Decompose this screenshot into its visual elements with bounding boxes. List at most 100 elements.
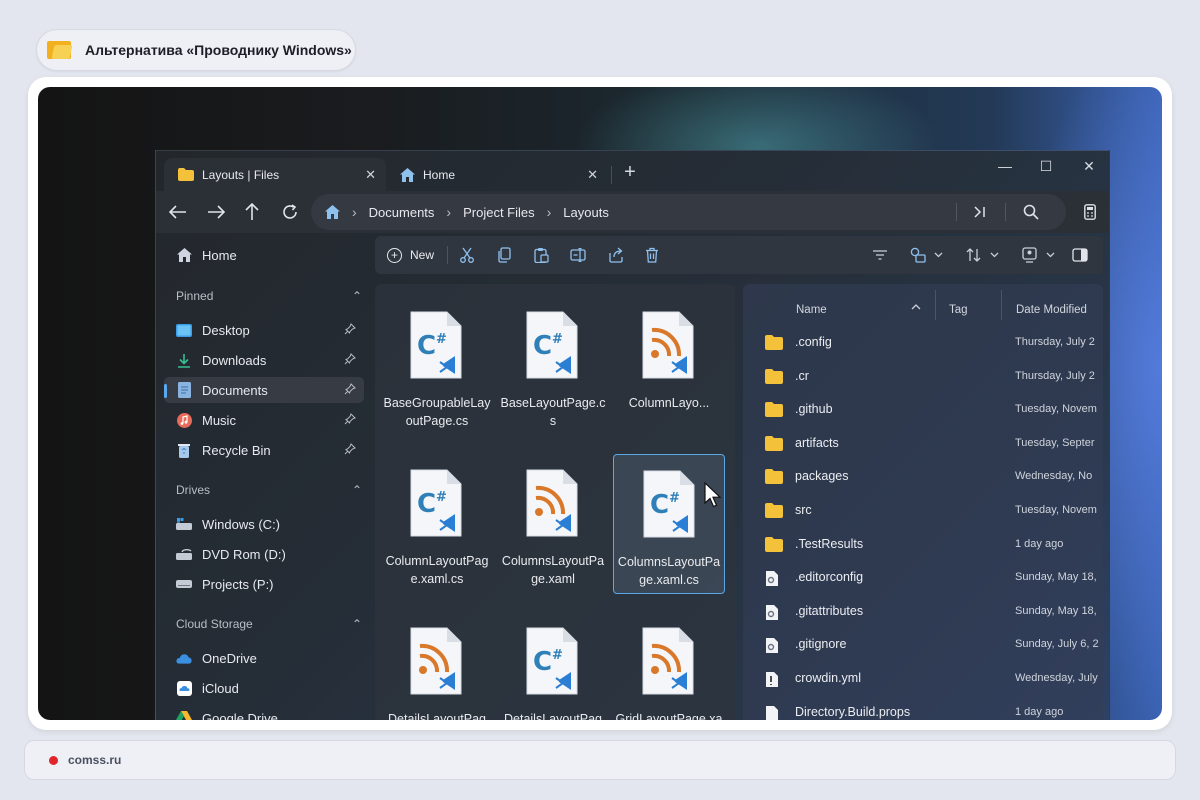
tab-layouts[interactable]: Layouts | Files ✕ (164, 158, 386, 191)
layout-mode-dropdown[interactable] (910, 245, 944, 265)
sidebar-item-google-drive[interactable]: Google Drive (164, 705, 364, 720)
breadcrumb-documents[interactable]: Documents (369, 205, 435, 220)
scissors-icon (460, 247, 474, 263)
details-row[interactable]: .config Thursday, July 2 (743, 328, 1103, 358)
drives-section-header[interactable]: Drives ⌃ (176, 483, 362, 497)
breadcrumb-separator: › (446, 204, 452, 220)
file-tile[interactable]: C # BaseLayoutPage.cs (497, 296, 609, 436)
folder-icon (765, 503, 783, 519)
close-window-button[interactable]: ✕ (1074, 158, 1104, 175)
details-row[interactable]: .editorconfig Sunday, May 18, (743, 563, 1103, 593)
up-button[interactable] (240, 200, 264, 224)
article-title-pill: Альтернатива «Проводнику Windows» (36, 29, 356, 71)
details-row[interactable]: .TestResults 1 day ago (743, 530, 1103, 560)
sidebar-item-icloud[interactable]: iCloud (164, 675, 364, 701)
maximize-button[interactable]: ☐ (1031, 158, 1061, 175)
forward-button[interactable] (204, 200, 228, 224)
file-tile[interactable]: C # BaseGroupableLayoutPage.cs (381, 296, 493, 436)
file-tile[interactable]: ColumnLayo... (613, 296, 725, 436)
details-row[interactable]: crowdin.yml Wednesday, July (743, 664, 1103, 694)
pin-icon[interactable] (344, 413, 356, 428)
close-tab-icon[interactable]: ✕ (587, 167, 598, 183)
details-row[interactable]: src Tuesday, Novem (743, 496, 1103, 526)
column-header-date[interactable]: Date Modified (1016, 304, 1087, 316)
share-button[interactable] (608, 245, 624, 265)
source-site-label[interactable]: comss.ru (68, 753, 121, 767)
svg-text:C: C (533, 331, 552, 361)
rename-button[interactable] (570, 245, 587, 265)
details-row[interactable]: .gitignore Sunday, July 6, 2 (743, 630, 1103, 660)
item-date-modified: Sunday, July 6, 2 (1015, 638, 1099, 651)
pin-icon[interactable] (344, 443, 356, 458)
details-row[interactable]: .github Tuesday, Novem (743, 395, 1103, 425)
breadcrumb-layouts[interactable]: Layouts (563, 205, 609, 220)
paste-button[interactable] (533, 245, 549, 265)
home-icon[interactable] (325, 205, 340, 219)
close-tab-icon[interactable]: ✕ (365, 167, 376, 183)
sidebar-item-dvd-drive[interactable]: DVD Rom (D:) (164, 541, 364, 567)
item-date-modified: 1 day ago (1015, 705, 1064, 718)
back-button[interactable] (166, 200, 190, 224)
sidebar-item-windows-drive[interactable]: Windows (C:) (164, 511, 364, 537)
details-row[interactable]: .cr Thursday, July 2 (743, 362, 1103, 392)
column-header-name[interactable]: Name (796, 304, 827, 316)
sidebar-item-downloads[interactable]: Downloads (164, 347, 364, 373)
file-tile[interactable]: C # ColumnLayoutPage.xaml.cs (381, 454, 493, 594)
file-tile[interactable]: ColumnsLayoutPage.xaml (497, 454, 609, 594)
sidebar-item-recycle-bin[interactable]: Recycle Bin (164, 437, 364, 463)
sidebar-item-label: Home (202, 247, 237, 263)
trash-icon (646, 247, 658, 263)
sidebar-item-home[interactable]: Home (164, 242, 364, 268)
refresh-button[interactable] (278, 200, 302, 224)
breadcrumb-project-files[interactable]: Project Files (463, 205, 535, 220)
delete-button[interactable] (645, 245, 659, 265)
file-tile[interactable]: GridLayoutPage.xaml (613, 612, 725, 720)
toggle-pane-button[interactable] (1072, 245, 1088, 265)
sidebar-item-onedrive[interactable]: OneDrive (164, 645, 364, 671)
refresh-icon (283, 204, 297, 219)
file-tile[interactable]: C # ColumnsLayoutPage.xaml.cs (613, 454, 725, 594)
pinned-section-header[interactable]: Pinned ⌃ (176, 289, 362, 303)
file-tile[interactable]: C # DetailsLayoutPage.xaml.cs (497, 612, 609, 720)
folder-icon (765, 536, 783, 553)
preview-options-dropdown[interactable] (1022, 245, 1056, 265)
sidebar-item-music[interactable]: Music (164, 407, 364, 433)
details-row[interactable]: .gitattributes Sunday, May 18, (743, 597, 1103, 627)
filter-button[interactable] (872, 245, 888, 265)
pin-icon[interactable] (344, 323, 356, 338)
file-tile[interactable]: DetailsLayoutPage.xaml (381, 612, 493, 720)
svg-text:C: C (417, 331, 436, 361)
tab-home[interactable]: Home ✕ (386, 158, 608, 191)
pin-icon[interactable] (344, 383, 356, 398)
item-name: artifacts (795, 435, 839, 450)
copy-button[interactable] (496, 245, 512, 265)
new-tab-button[interactable]: + (620, 161, 640, 184)
sidebar-item-projects-drive[interactable]: Projects (P:) (164, 571, 364, 597)
cloud-section-header[interactable]: Cloud Storage ⌃ (176, 617, 362, 631)
file-name: ColumnLayoutPage.xaml.cs (385, 554, 489, 586)
tab-label: Home (423, 167, 456, 182)
search-icon[interactable] (1023, 194, 1039, 230)
details-row[interactable]: artifacts Tuesday, Septer (743, 429, 1103, 459)
column-divider[interactable] (935, 290, 936, 320)
pin-icon[interactable] (344, 353, 356, 368)
go-to-end-icon[interactable] (973, 194, 987, 230)
address-bar[interactable]: › Documents › Project Files › Layouts (311, 194, 1066, 230)
item-name: src (795, 503, 812, 517)
column-divider[interactable] (1001, 290, 1002, 320)
cut-button[interactable] (459, 245, 475, 265)
minimize-button[interactable]: — (990, 158, 1020, 174)
new-button[interactable]: + New (387, 245, 434, 265)
details-row[interactable]: Directory.Build.props 1 day ago (743, 698, 1103, 720)
section-title: Pinned (176, 289, 214, 303)
file-grid-pane: C # BaseGroupableLayoutPage.cs C # BaseL… (375, 284, 735, 720)
home-icon (176, 247, 192, 263)
calculator-icon[interactable] (1078, 200, 1102, 224)
sidebar-item-desktop[interactable]: Desktop (164, 317, 364, 343)
sort-ascending-icon[interactable] (911, 302, 921, 314)
column-header-tag[interactable]: Tag (949, 304, 968, 316)
details-row[interactable]: packages Wednesday, No (743, 462, 1103, 492)
sidebar-item-documents[interactable]: Documents (164, 377, 364, 403)
sidebar-item-label: Music (202, 412, 236, 428)
sort-dropdown[interactable] (966, 245, 1000, 265)
